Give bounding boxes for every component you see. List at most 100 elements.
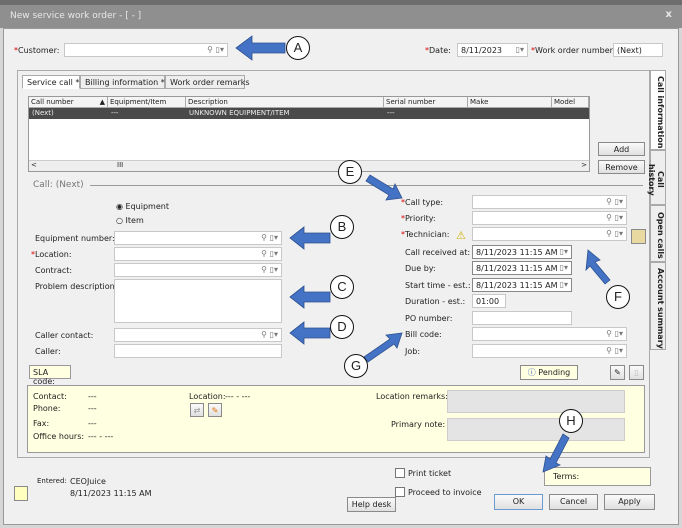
fax-value: --- bbox=[88, 419, 97, 428]
close-button[interactable]: x bbox=[666, 9, 672, 20]
problem-description-label: Problem description: bbox=[35, 282, 118, 291]
problem-description-textarea[interactable] bbox=[114, 279, 282, 323]
tab-work-order-remarks[interactable]: Work order remarks bbox=[165, 75, 250, 89]
contract-input[interactable]: ⚲ ▯▾ bbox=[114, 263, 282, 277]
work-order-number-label: *Work order number: bbox=[531, 46, 616, 55]
terms-box: Terms: bbox=[544, 467, 651, 486]
po-number-label: PO number: bbox=[405, 314, 453, 323]
radio-equipment[interactable]: ◉ Equipment bbox=[116, 202, 169, 211]
search-lookup-icon[interactable]: ⚲ ▯▾ bbox=[606, 229, 623, 238]
caller-input[interactable] bbox=[114, 344, 282, 358]
side-tab-open-calls[interactable]: Open calls bbox=[650, 205, 666, 262]
contact-label: Contact: bbox=[33, 392, 67, 401]
print-ticket-checkbox[interactable] bbox=[395, 468, 405, 478]
help-desk-button[interactable]: Help desk bbox=[347, 497, 396, 512]
start-time-label: Start time - est.: bbox=[405, 281, 471, 290]
sla-code-box: SLA code: bbox=[29, 365, 71, 386]
entered-by: CEOJuice bbox=[70, 477, 106, 486]
work-order-number-input[interactable]: (Next) bbox=[613, 43, 663, 57]
side-tab-call-information[interactable]: Call information bbox=[650, 70, 666, 150]
due-by-label: Due by: bbox=[405, 264, 436, 273]
pending-button[interactable]: ⓘ Pending bbox=[520, 365, 578, 380]
calendar-dropdown-icon[interactable]: ▯▾ bbox=[516, 45, 524, 54]
document-icon[interactable]: ▯ bbox=[629, 365, 644, 380]
dialog-title-bar: New service work order - [ - ] bbox=[0, 5, 682, 28]
divider bbox=[90, 185, 643, 186]
call-type-input[interactable]: ⚲ ▯▾ bbox=[472, 195, 627, 209]
location-label: *Location: bbox=[31, 250, 72, 259]
cancel-button[interactable]: Cancel bbox=[549, 494, 598, 510]
col-call-number[interactable]: Call number ▲ bbox=[29, 97, 108, 108]
table-row[interactable]: (Next) --- UNKNOWN EQUIPMENT/ITEM --- bbox=[29, 108, 589, 119]
po-number-input[interactable] bbox=[472, 311, 572, 325]
location-remarks-textarea[interactable] bbox=[447, 390, 625, 413]
col-serial-number[interactable]: Serial number bbox=[384, 97, 468, 108]
side-tab-account-summary[interactable]: Account summary bbox=[650, 262, 666, 350]
notes-icon[interactable] bbox=[14, 486, 28, 501]
caller-contact-label: Caller contact: bbox=[35, 331, 94, 340]
search-lookup-icon[interactable]: ⚲ ▯▾ bbox=[606, 197, 623, 206]
search-lookup-icon[interactable]: ⚲ ▯▾ bbox=[261, 249, 278, 258]
add-button[interactable]: Add bbox=[598, 142, 645, 156]
caller-label: Caller: bbox=[35, 347, 61, 356]
office-hours-label: Office hours: bbox=[33, 432, 85, 441]
swap-location-icon[interactable]: ⇄ bbox=[190, 403, 204, 417]
call-type-label: *Call type: bbox=[401, 198, 444, 207]
edit-location-icon[interactable]: ✎ bbox=[208, 403, 222, 417]
radio-item[interactable]: ○ Item bbox=[116, 216, 144, 225]
search-lookup-icon[interactable]: ⚲ ▯▾ bbox=[207, 45, 224, 54]
search-lookup-icon[interactable]: ⚲ ▯▾ bbox=[261, 330, 278, 339]
search-lookup-icon[interactable]: ⚲ ▯▾ bbox=[261, 233, 278, 242]
primary-note-textarea[interactable] bbox=[447, 418, 625, 441]
tab-service-call[interactable]: Service call * bbox=[22, 75, 80, 89]
proceed-to-invoice-checkbox[interactable] bbox=[395, 487, 405, 497]
job-input[interactable]: ⚲ ▯▾ bbox=[472, 344, 627, 358]
duration-label: Duration - est.: bbox=[405, 297, 466, 306]
dialog-title: New service work order - [ - ] bbox=[10, 11, 142, 21]
technician-schedule-icon[interactable] bbox=[631, 229, 646, 244]
bill-code-input[interactable]: ⚲ ▯▾ bbox=[472, 327, 627, 341]
customer-input[interactable]: ⚲ ▯▾ bbox=[64, 43, 228, 57]
search-lookup-icon[interactable]: ⚲ ▯▾ bbox=[606, 346, 623, 355]
start-time-input[interactable]: 8/11/2023 11:15 AM ▯▾ bbox=[472, 278, 572, 292]
date-input[interactable]: 8/11/2023 ▯▾ bbox=[457, 43, 528, 57]
col-description[interactable]: Description bbox=[186, 97, 384, 108]
col-model[interactable]: Model bbox=[552, 97, 589, 108]
entered-label: Entered: bbox=[37, 477, 67, 485]
apply-button[interactable]: Apply bbox=[604, 494, 655, 510]
technician-label: *Technician: bbox=[401, 230, 450, 239]
annotation-b: B bbox=[330, 215, 354, 239]
calendar-dropdown-icon[interactable]: ▯▾ bbox=[560, 247, 568, 256]
calendar-dropdown-icon[interactable]: ▯▾ bbox=[560, 263, 568, 272]
col-make[interactable]: Make bbox=[468, 97, 552, 108]
info-icon: ⓘ bbox=[527, 368, 536, 377]
priority-input[interactable]: ⚲ ▯▾ bbox=[472, 211, 627, 225]
equipment-number-input[interactable]: ⚲ ▯▾ bbox=[114, 231, 282, 245]
contract-label: Contract: bbox=[35, 266, 73, 275]
service-call-grid: Call number ▲ Equipment/Item Description … bbox=[28, 96, 590, 172]
search-lookup-icon[interactable]: ⚲ ▯▾ bbox=[606, 329, 623, 338]
remove-button[interactable]: Remove bbox=[598, 160, 645, 174]
horizontal-scrollbar[interactable]: < III > bbox=[29, 160, 589, 171]
annotation-a: A bbox=[286, 36, 310, 60]
search-lookup-icon[interactable]: ⚲ ▯▾ bbox=[261, 265, 278, 274]
location-input[interactable]: ⚲ ▯▾ bbox=[114, 247, 282, 261]
annotation-d: D bbox=[330, 315, 354, 339]
due-by-input[interactable]: 8/11/2023 11:15 AM ▯▾ bbox=[472, 261, 572, 275]
tab-billing-information[interactable]: Billing information * bbox=[80, 75, 165, 89]
ok-button[interactable]: OK bbox=[494, 494, 543, 510]
call-received-input[interactable]: 8/11/2023 11:15 AM ▯▾ bbox=[472, 245, 572, 259]
cell-call-number: (Next) bbox=[32, 109, 54, 117]
search-lookup-icon[interactable]: ⚲ ▯▾ bbox=[606, 213, 623, 222]
attachment-icon[interactable]: ✎ bbox=[610, 365, 625, 380]
duration-input[interactable]: 01:00 bbox=[472, 294, 506, 308]
annotation-g: G bbox=[344, 354, 368, 378]
entered-at: 8/11/2023 11:15 AM bbox=[70, 489, 152, 498]
calendar-dropdown-icon[interactable]: ▯▾ bbox=[560, 280, 568, 289]
side-tab-call-history[interactable]: Call history bbox=[647, 150, 666, 205]
caller-contact-input[interactable]: ⚲ ▯▾ bbox=[114, 328, 282, 342]
annotation-e: E bbox=[338, 160, 362, 184]
phone-value: --- bbox=[88, 404, 97, 413]
technician-input[interactable]: ⚲ ▯▾ bbox=[472, 227, 627, 241]
col-equipment-item[interactable]: Equipment/Item bbox=[108, 97, 186, 108]
